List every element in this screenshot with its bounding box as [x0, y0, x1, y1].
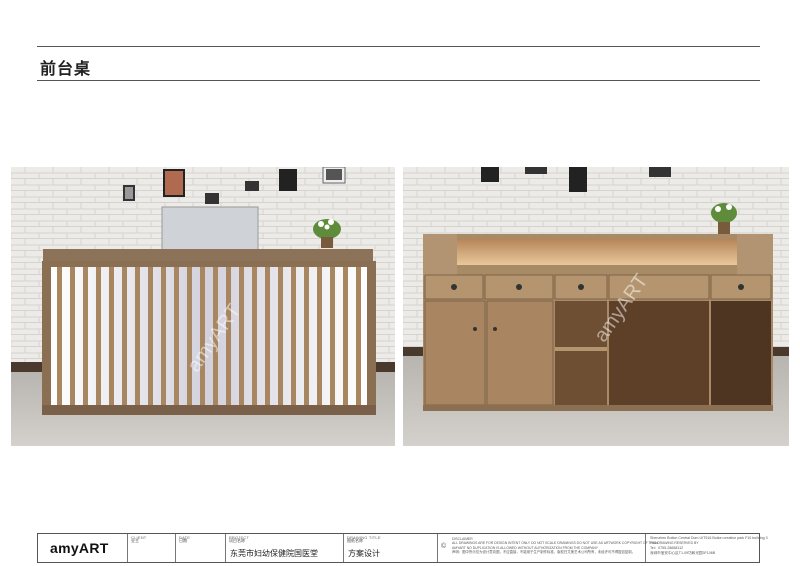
drawing-title-sublabel: 图纸名称	[347, 538, 363, 543]
slat	[265, 267, 270, 405]
tb-logo-cell: amyART	[38, 534, 128, 562]
page-title: 前台桌	[40, 61, 92, 78]
slat	[122, 267, 127, 405]
slat	[83, 267, 88, 405]
company-logo: amyART	[50, 540, 109, 556]
slat	[135, 267, 140, 405]
title-block: amyART CLIENT 业主 DATE 日期 PROJECT 项目名称 东莞…	[37, 533, 768, 563]
drawer-row	[424, 274, 772, 300]
slat	[96, 267, 101, 405]
copyright-icon: ©	[441, 543, 447, 550]
slat	[239, 267, 244, 405]
photo-reception-back: amyART	[403, 167, 789, 446]
slat	[330, 267, 335, 405]
project-sublabel: 项目名称	[229, 538, 245, 543]
tb-company-cell: Shenzhen Bution Central Dom UIT516 Butio…	[646, 534, 768, 562]
slat	[317, 267, 322, 405]
slat	[70, 267, 75, 405]
slat	[174, 267, 179, 405]
reception-front-illustration	[11, 167, 395, 446]
reception-back-illustration	[403, 167, 789, 446]
company-address-en: Shenzhen Bution Central Dom UIT516 Butio…	[650, 536, 768, 545]
slat	[291, 267, 296, 405]
date-sublabel: 日期	[179, 538, 187, 543]
project-name: 东莞市妇幼保健院国医堂	[230, 549, 318, 558]
tb-client-cell: CLIENT 业主	[128, 534, 176, 562]
drawing-title: 方案设计	[348, 549, 380, 558]
slat	[278, 267, 283, 405]
top-rule	[37, 46, 760, 47]
photo-reception-front: amyART	[11, 167, 395, 446]
slat	[161, 267, 166, 405]
company-address-cn: 深圳市宝安中心区T1-09坊和光园3F106B	[650, 551, 716, 555]
slat	[343, 267, 348, 405]
tb-project-cell: PROJECT 项目名称 东莞市妇幼保健院国医堂	[226, 534, 344, 562]
slat	[57, 267, 62, 405]
tb-drawing-cell: DRAWING TITLE 图纸名称 方案设计	[344, 534, 438, 562]
slat	[304, 267, 309, 405]
slat	[109, 267, 114, 405]
client-sublabel: 业主	[131, 538, 139, 543]
slat	[187, 267, 192, 405]
title-rule	[37, 80, 760, 81]
slat	[356, 267, 361, 405]
tb-disclaimer-cell: DISCLAIMER ALL DRAWINGS ARE FOR DESIGN I…	[438, 534, 698, 562]
slat	[148, 267, 153, 405]
slat	[252, 267, 257, 405]
tb-date-cell: DATE 日期	[176, 534, 226, 562]
